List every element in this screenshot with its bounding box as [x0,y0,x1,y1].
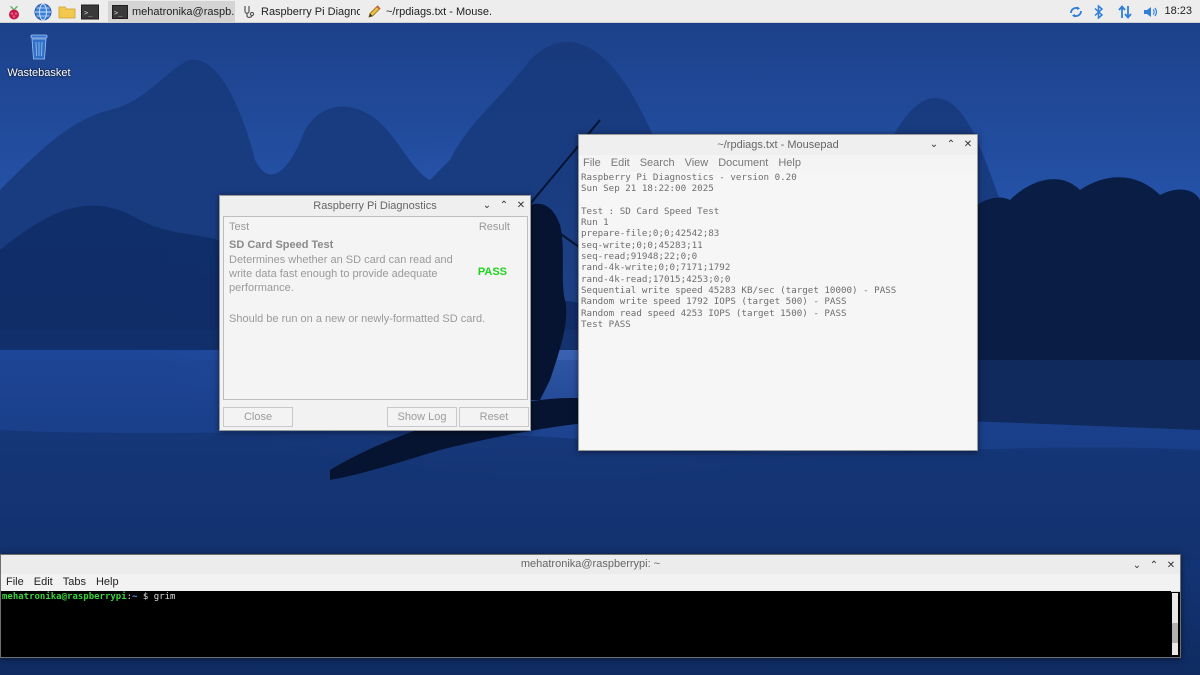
test-note: Should be run on a new or newly-formatte… [229,313,486,325]
terminal-console[interactable]: mehatronika@raspberrypi:~ $ grim [1,591,1171,657]
editor-line: Random write speed 1792 IOPS (target 500… [581,296,847,308]
close-icon[interactable]: ✕ [1166,560,1176,571]
pencil-icon [366,4,382,20]
minimize-icon[interactable]: ⌄ [1132,560,1142,571]
menu-search[interactable]: Search [640,155,675,172]
menu-file[interactable]: File [6,574,24,591]
editor-line: Test PASS [581,318,631,330]
window-title: mehatronika@raspberrypi: ~ [520,558,661,570]
test-result: PASS [477,266,507,278]
menu-view[interactable]: View [685,155,709,172]
taskbar-window-mousepad[interactable]: ~/rpdiags.txt - Mouse... [362,1,492,22]
close-icon[interactable]: ✕ [963,139,973,150]
terminal-launcher-icon[interactable]: >_ [80,2,100,21]
menu-document[interactable]: Document [718,155,768,172]
editor-line: seq-write;0;0;45283;11 [581,239,703,251]
wastebasket-desktop-icon[interactable]: Wastebasket [6,30,72,79]
terminal-command: grim [153,592,176,602]
terminal-window: mehatronika@raspberrypi: ~ ⌄ ⌃ ✕ File Ed… [0,554,1181,658]
test-name[interactable]: SD Card Speed Test [229,239,333,251]
raspberry-menu-icon[interactable] [4,2,24,21]
editor-line: rand-4k-write;0;0;7171;1792 [581,262,731,274]
taskbar-window-label: mehatronika@raspb... [132,5,235,18]
svg-text:>_: >_ [114,9,123,17]
clock[interactable]: 18:23 [1164,5,1192,17]
column-header-result: Result [478,221,510,233]
minimize-icon[interactable]: ⌄ [482,200,492,211]
maximize-icon[interactable]: ⌃ [946,139,956,150]
network-transfer-icon[interactable] [1115,2,1135,21]
taskbar-window-label: ~/rpdiags.txt - Mouse... [386,5,492,18]
network-sync-icon[interactable] [1066,2,1086,21]
taskbar-window-diagnostics[interactable]: Raspberry Pi Diagno... [237,1,360,22]
terminal-titlebar[interactable]: mehatronika@raspberrypi: ~ ⌄ ⌃ ✕ [1,555,1180,574]
wastebasket-label: Wastebasket [7,67,71,79]
menu-help[interactable]: Help [778,155,801,172]
stethoscope-icon [241,4,257,20]
mousepad-window: ~/rpdiags.txt - Mousepad ⌄ ⌃ ✕ File Edit… [578,134,978,451]
web-browser-icon[interactable] [33,2,53,21]
scrollbar-thumb[interactable] [1172,623,1178,643]
trash-icon [30,34,48,60]
menu-file[interactable]: File [583,155,601,172]
svg-text:>_: >_ [84,9,93,17]
mousepad-menubar: File Edit Search View Document Help [579,155,977,172]
editor-line: seq-read;91948;22;0;0 [581,251,698,263]
column-header-test: Test [229,221,250,233]
minimize-icon[interactable]: ⌄ [929,139,939,150]
prompt-symbol: $ [137,592,154,602]
close-icon[interactable]: ✕ [516,200,526,211]
menu-tabs[interactable]: Tabs [63,574,86,591]
bluetooth-icon[interactable] [1090,2,1108,21]
taskbar-window-label: Raspberry Pi Diagno... [261,5,360,18]
window-title: Raspberry Pi Diagnostics [313,200,437,212]
menu-help[interactable]: Help [96,574,119,591]
menu-edit[interactable]: Edit [34,574,53,591]
editor-line: rand-4k-read;17015;4253;0;0 [581,273,731,285]
volume-icon[interactable] [1140,2,1160,21]
taskbar-window-terminal[interactable]: >_ mehatronika@raspb... [108,1,235,22]
editor-line: prepare-file;0;0;42542;83 [581,228,720,240]
taskbar: >_ >_ mehatronika@raspb... Raspberry Pi … [0,0,1200,23]
terminal-menubar: File Edit Tabs Help [1,574,1180,592]
text-editor[interactable]: Raspberry Pi Diagnostics - version 0.20 … [580,172,976,450]
editor-line: Sequential write speed 45283 KB/sec (tar… [581,284,897,296]
close-button[interactable]: Close [223,407,293,427]
test-list: Test Result SD Card Speed Test Determine… [223,216,528,400]
mousepad-titlebar[interactable]: ~/rpdiags.txt - Mousepad ⌄ ⌃ ✕ [579,135,977,155]
maximize-icon[interactable]: ⌃ [499,200,509,211]
menu-edit[interactable]: Edit [611,155,630,172]
terminal-scrollbar[interactable] [1172,593,1178,655]
prompt-user: mehatronika@raspberrypi [2,592,127,602]
test-description: Determines whether an SD card can read a… [229,254,453,294]
editor-line: Run 1 [581,217,609,229]
editor-line: Random read speed 4253 IOPS (target 1500… [581,307,847,319]
editor-line: Raspberry Pi Diagnostics - version 0.20 [581,172,797,183]
terminal-icon: >_ [112,4,128,20]
show-log-button[interactable]: Show Log [387,407,457,427]
editor-line: Test : SD Card Speed Test [581,205,720,217]
file-manager-icon[interactable] [57,2,77,21]
diagnostics-titlebar[interactable]: Raspberry Pi Diagnostics ⌄ ⌃ ✕ [220,196,530,216]
diagnostics-window: Raspberry Pi Diagnostics ⌄ ⌃ ✕ Test Resu… [219,195,531,431]
reset-button[interactable]: Reset [459,407,529,427]
editor-line: Sun Sep 21 18:22:00 2025 [581,183,714,195]
window-title: ~/rpdiags.txt - Mousepad [717,139,839,151]
maximize-icon[interactable]: ⌃ [1149,560,1159,571]
